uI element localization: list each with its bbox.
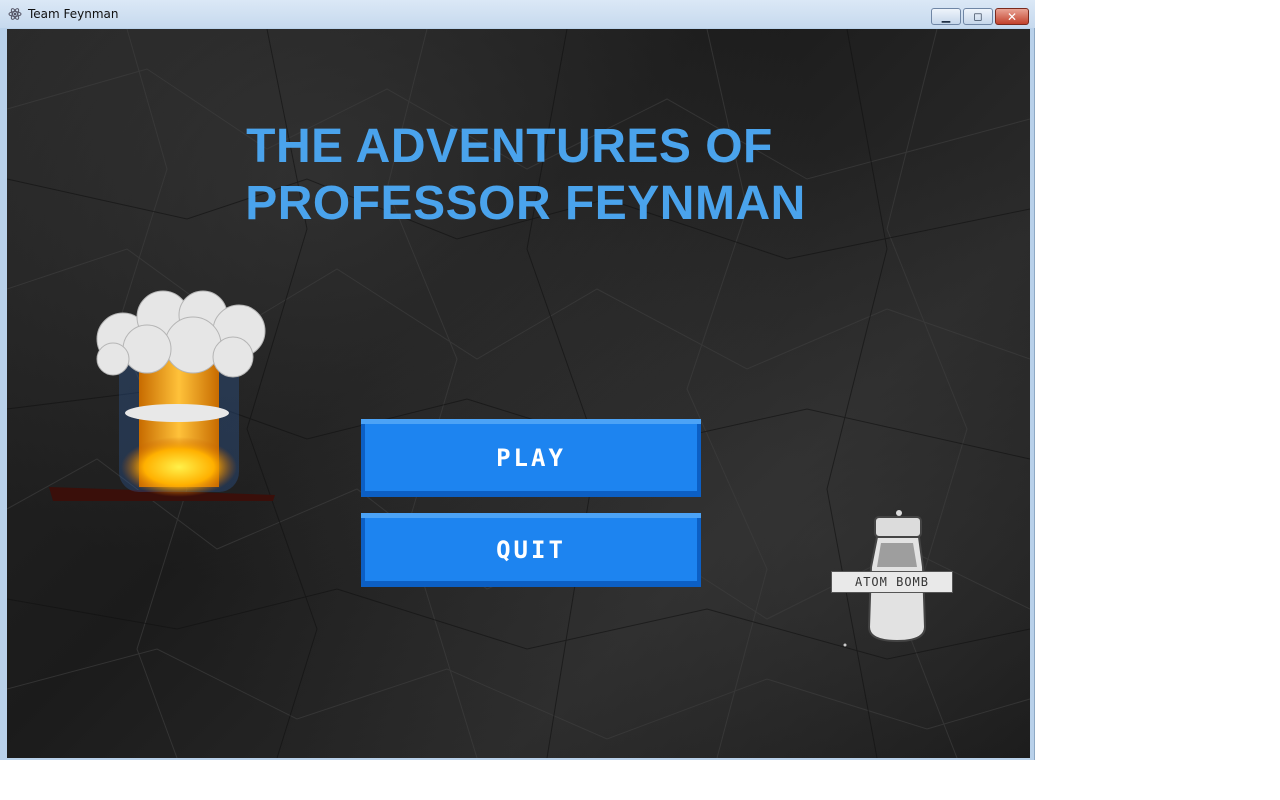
atom-icon [8, 8, 22, 20]
maximize-icon: ◻ [973, 10, 983, 23]
close-button[interactable]: ✕ [995, 8, 1029, 25]
game-title-line1: THE ADVENTURES OF [246, 120, 773, 173]
app-window: Team Feynman ▁ ◻ ✕ THE ADVENTURES OF PRO… [0, 0, 1035, 760]
minimize-button[interactable]: ▁ [931, 8, 961, 25]
minimize-icon: ▁ [941, 10, 951, 23]
quit-button[interactable]: QUIT [361, 513, 701, 587]
game-title-line2: PROFESSOR FEYNMAN [245, 177, 806, 230]
quit-button-label: QUIT [496, 536, 566, 564]
mushroom-cloud-icon [49, 290, 275, 501]
window-title: Team Feynman [28, 7, 119, 21]
title-bar[interactable]: Team Feynman ▁ ◻ ✕ [0, 0, 1035, 28]
bomb-label: ATOM BOMB [831, 571, 953, 593]
atom-bomb-icon: ATOM BOMB [825, 507, 957, 647]
play-button-label: PLAY [496, 444, 566, 472]
play-button[interactable]: PLAY [361, 419, 701, 497]
maximize-button[interactable]: ◻ [963, 8, 993, 25]
close-icon: ✕ [1006, 9, 1018, 24]
game-canvas: THE ADVENTURES OF PROFESSOR FEYNMAN PLAY… [7, 29, 1030, 758]
